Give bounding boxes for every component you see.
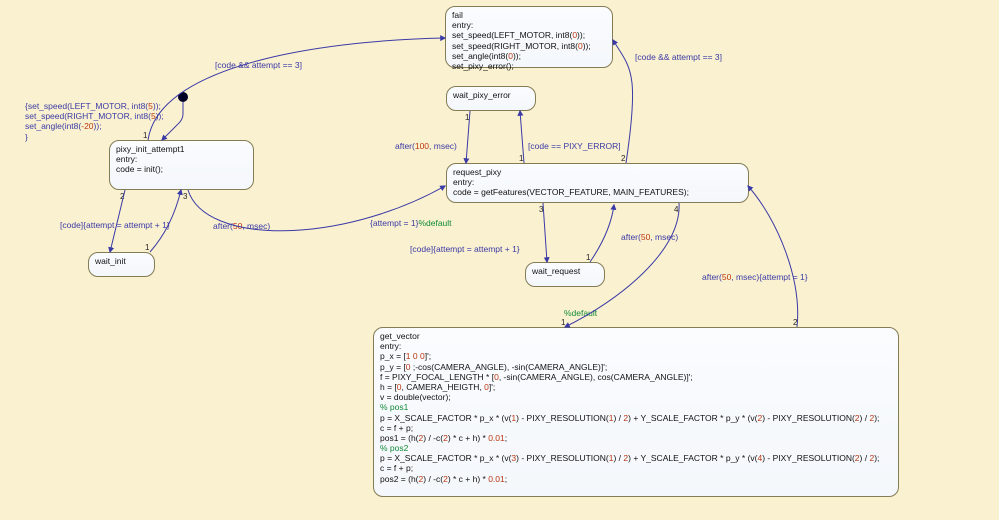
label-init-to-wait: [code]{attempt = attempt + 1} (60, 220, 170, 230)
prio-getvector-1: 1 (561, 318, 565, 327)
state-wait-pixy-error[interactable]: wait_pixy_error (446, 86, 536, 111)
state-title: wait_pixy_error (453, 90, 529, 100)
state-title: wait_request (532, 266, 598, 276)
state-body: entry: code = init(); (116, 154, 247, 174)
label-request-to-getvector-default: %default (564, 308, 597, 318)
state-body: entry:set_speed(LEFT_MOTOR, int8(0));set… (452, 20, 606, 71)
state-fail[interactable]: fail entry:set_speed(LEFT_MOTOR, int8(0)… (445, 6, 613, 68)
label-wait-to-init: after(50, msec) (213, 221, 270, 231)
state-wait-init[interactable]: wait_init (88, 252, 155, 277)
state-title: pixy_init_attempt1 (116, 144, 247, 154)
state-body: entry: code = getFeatures(VECTOR_FEATURE… (453, 177, 742, 197)
state-get-vector[interactable]: get_vector entry:p_x = [1 0 0]';p_y = [0… (373, 327, 899, 497)
prio-request-1: 1 (519, 154, 523, 163)
timer: after(50, msec) (702, 272, 759, 282)
state-title: request_pixy (453, 167, 742, 177)
prio-wait-req-1: 1 (586, 253, 590, 262)
label-wait-to-request: after(50, msec) (621, 232, 678, 242)
state-wait-request[interactable]: wait_request (525, 262, 605, 287)
prio-request-4: 4 (674, 205, 678, 214)
act: {attempt = 1} (759, 272, 807, 282)
prio-init-3: 3 (183, 192, 187, 201)
state-body: entry:p_x = [1 0 0]';p_y = [0 ;-cos(CAME… (380, 341, 892, 484)
act: {attempt = attempt + 1} (433, 244, 519, 254)
def: %default (418, 218, 451, 228)
prio-init-2: 2 (120, 192, 124, 201)
cond: [code] (410, 244, 433, 254)
label-request-to-wait: [code]{attempt = attempt + 1} (410, 244, 520, 254)
state-title: fail (452, 10, 606, 20)
prio-request-3: 3 (539, 205, 543, 214)
label-fail-right: [code && attempt == 3] (635, 52, 722, 62)
label-wait-error-to-request: after(100, msec) (395, 141, 457, 151)
cond: [code] (60, 220, 83, 230)
state-pixy-init-attempt1[interactable]: pixy_init_attempt1 entry: code = init(); (109, 140, 254, 190)
label-request-to-wait-error: [code == PIXY_ERROR] (528, 141, 621, 151)
prio-init-1: 1 (143, 131, 147, 140)
initial-state-dot (178, 92, 188, 102)
label-getvector-to-request: after(50, msec){attempt = 1} (702, 272, 808, 282)
state-title: wait_init (95, 256, 148, 266)
prio-wpe-1: 1 (465, 113, 469, 122)
label-init-to-request: {attempt = 1}%default (370, 218, 452, 228)
prio-getvector-2: 2 (793, 318, 797, 327)
prio-request-2: 2 (621, 154, 625, 163)
state-title: get_vector (380, 331, 892, 341)
label-fail-left: [code && attempt == 3] (215, 60, 302, 70)
act: {attempt = attempt + 1} (83, 220, 169, 230)
act: {attempt = 1} (370, 218, 418, 228)
state-request-pixy[interactable]: request_pixy entry: code = getFeatures(V… (446, 163, 749, 203)
prio-wait-init-1: 1 (145, 243, 149, 252)
